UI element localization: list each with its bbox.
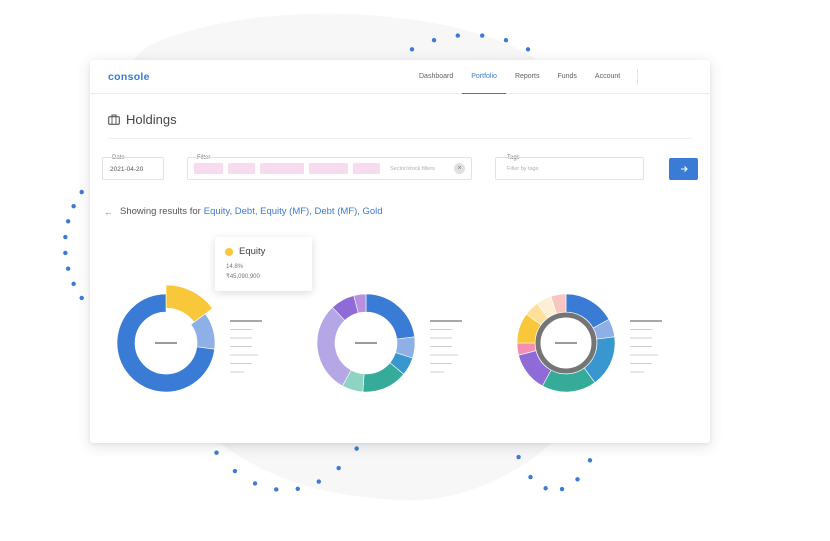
- decor-dot: [274, 487, 279, 492]
- decor-dot: [79, 295, 84, 301]
- decor-dot: [587, 458, 593, 463]
- donut-slice[interactable]: [365, 293, 415, 340]
- decor-dot: [71, 203, 76, 209]
- decor-dot: [252, 481, 258, 486]
- decor-dot: [503, 38, 509, 43]
- decor-dot: [528, 474, 533, 480]
- tooltip-amount: ₹45,090,900: [226, 274, 260, 280]
- donut-chart[interactable]: [516, 293, 662, 393]
- decor-dot: [516, 454, 521, 460]
- decor-dot: [65, 219, 71, 224]
- decor-dot: [559, 486, 565, 492]
- decor-dot: [79, 189, 84, 195]
- decor-dot: [295, 486, 300, 492]
- decor-dot: [63, 234, 68, 240]
- donut-chart[interactable]: [116, 284, 262, 393]
- tooltip-percent: 14.8%: [226, 264, 244, 270]
- decor-dot: [455, 33, 461, 38]
- decor-dot: [63, 250, 68, 256]
- tooltip-name: Equity: [239, 246, 266, 257]
- decor-dot: [232, 468, 238, 474]
- decor-dot: [316, 479, 321, 484]
- decor-dot: [65, 266, 71, 271]
- decor-dot: [354, 446, 359, 451]
- chart-tooltip: Equity 14.8% ₹45,090,900: [215, 237, 312, 291]
- charts-area: [116, 284, 662, 393]
- decor-dot: [71, 281, 76, 287]
- decor-dot: [336, 465, 341, 471]
- decor-dot: [214, 450, 219, 455]
- decor-dot: [431, 38, 437, 43]
- donut-chart[interactable]: [316, 293, 462, 393]
- decor-dot: [543, 486, 548, 491]
- decor-dot: [479, 33, 485, 38]
- tooltip-color-dot: [225, 248, 233, 256]
- decor-dot: [525, 47, 531, 52]
- console-window: console Dashboard Portfolio Reports Fund…: [90, 60, 710, 443]
- decor-dot: [575, 477, 580, 482]
- decor-dot: [409, 47, 415, 52]
